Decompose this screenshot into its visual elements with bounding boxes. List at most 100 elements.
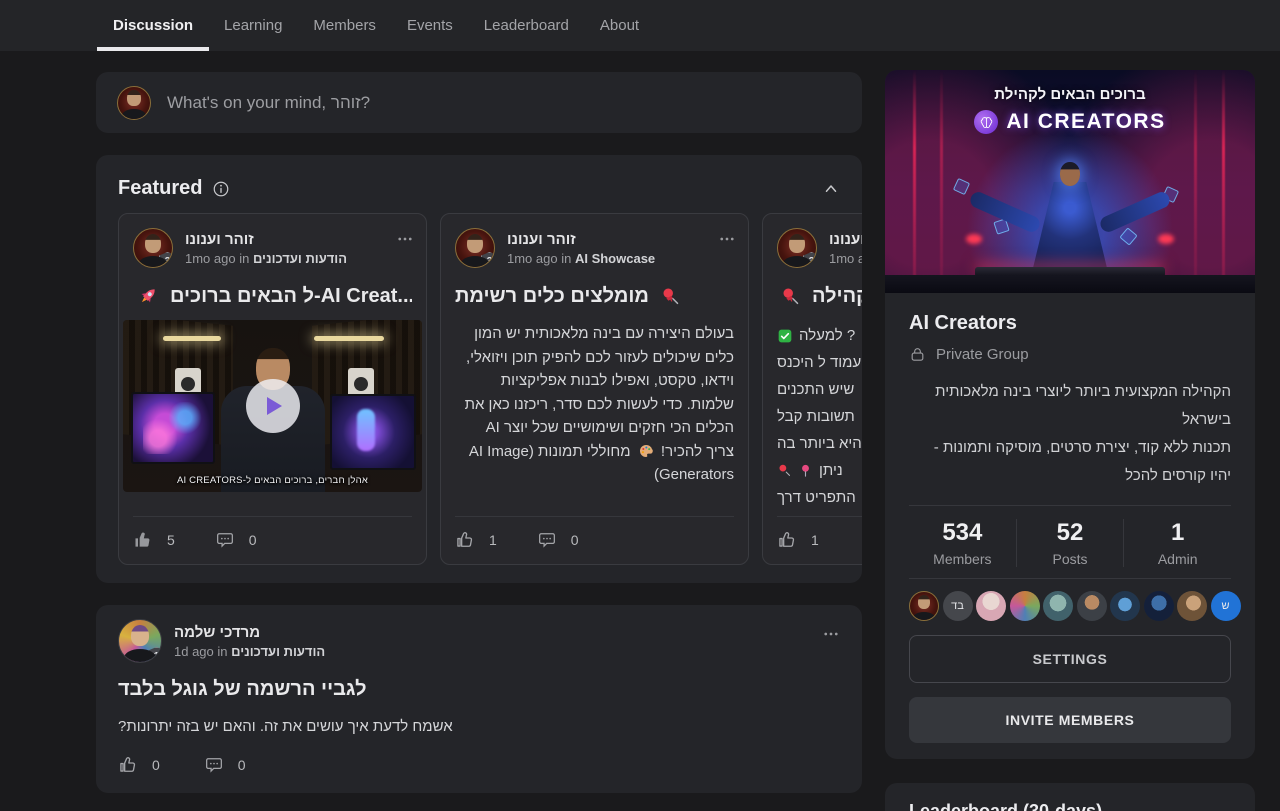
member-avatar[interactable]: ש — [1211, 591, 1241, 621]
banner-brand: AI CREATORS — [885, 110, 1255, 134]
member-avatar[interactable] — [1010, 591, 1040, 621]
like-count: 0 — [152, 757, 160, 773]
privacy-row: Private Group — [909, 346, 1231, 363]
group-stats: 534 Members 52 Posts 1 Admin — [909, 505, 1231, 579]
author-name[interactable]: זוהר וענונו — [829, 231, 862, 248]
post-category[interactable]: הודעות ועדכונים — [231, 644, 325, 659]
member-avatar[interactable] — [976, 591, 1006, 621]
more-options-icon[interactable] — [718, 230, 736, 248]
featured-card-welcome[interactable]: 3 זוהר וענונו 1mo ago in הודעות ועדכונים — [118, 213, 427, 565]
post-footer: 0 0 — [118, 755, 840, 775]
more-options-icon[interactable] — [396, 230, 414, 248]
group-details: AI Creators Private Group הקהילה המקצועי… — [885, 312, 1255, 759]
leaderboard-card: Leaderboard (30-days) — [885, 783, 1255, 811]
nav-tabs: Discussion Learning Members Events Leade… — [113, 0, 1280, 51]
tab-events[interactable]: Events — [407, 0, 453, 51]
settings-button[interactable]: SETTINGS — [909, 635, 1231, 683]
tab-learning[interactable]: Learning — [224, 0, 282, 51]
post-time: 1mo ago in — [829, 251, 862, 266]
monitor-screen — [131, 392, 215, 464]
tab-members[interactable]: Members — [313, 0, 376, 51]
post-body: אשמח לדעת איך עושים את זה. והאם יש בזה י… — [118, 718, 840, 735]
post-time: 1mo ago in — [507, 251, 571, 266]
post-category[interactable]: הודעות ועדכונים — [253, 251, 347, 266]
featured-header: Featured — [118, 177, 840, 200]
card-footer: 5 0 — [133, 516, 412, 550]
post-time: 1mo ago in — [185, 251, 249, 266]
pushpin-icon — [660, 286, 681, 307]
comment-button[interactable]: 0 — [204, 755, 246, 775]
card-body: למעלה ? היכנס‎ ל‎ עמוד התכנים‎ שיש קבל‎ … — [777, 322, 862, 511]
member-avatar-row: בד ש — [909, 591, 1231, 621]
member-avatar[interactable] — [1110, 591, 1140, 621]
privacy-label: Private Group — [936, 346, 1029, 363]
stat-posts: 52 Posts — [1016, 519, 1124, 567]
post-meta: 1mo ago in AI Showcase — [507, 251, 655, 266]
brain-logo-icon — [974, 110, 998, 134]
post-meta: 1mo ago in הודעות ועדכונים — [185, 251, 347, 266]
banner-figure — [960, 162, 1180, 293]
info-icon[interactable] — [212, 180, 230, 198]
post-google-signup[interactable]: 1 מרדכי שלמה 1d ago in הודעות ועדכונים ל… — [96, 605, 862, 793]
post-header: 1 מרדכי שלמה 1d ago in הודעות ועדכונים — [118, 619, 840, 663]
monitor-screen — [330, 394, 416, 470]
like-button[interactable]: 1 — [777, 530, 819, 550]
group-banner[interactable]: ברוכים הבאים לקהילת AI CREATORS — [885, 70, 1255, 293]
level-badge: 3 — [803, 252, 817, 268]
card-title: רשימת‎ כלים‎ מומלצים — [455, 285, 734, 308]
banner-brand-text: AI CREATORS — [1006, 110, 1165, 134]
post-title: לגביי הרשמה של גוגל בלבד — [118, 678, 840, 701]
group-info-card: ברוכים הבאים לקהילת AI CREATORS AI Creat… — [885, 70, 1255, 759]
comment-button[interactable]: 0 — [537, 530, 579, 550]
like-count: 1 — [489, 532, 497, 548]
post-category[interactable]: AI Showcase — [575, 251, 655, 266]
post-meta: 1mo ago in — [829, 251, 862, 266]
member-avatar[interactable] — [1177, 591, 1207, 621]
group-description: הקהילה המקצועית ביותר ליוצרי בינה מלאכות… — [909, 378, 1231, 490]
card-header: 3 זוהר וענונו 1mo ago in הודעות ועדכונים — [133, 228, 412, 268]
like-button[interactable]: 0 — [118, 755, 160, 775]
palette-icon — [638, 443, 654, 459]
like-button[interactable]: 1 — [455, 530, 497, 550]
check-icon — [777, 328, 793, 344]
author-avatar[interactable]: 3 — [777, 228, 817, 268]
post-meta: 1d ago in הודעות ועדכונים — [174, 644, 325, 659]
like-button[interactable]: 5 — [133, 530, 175, 550]
invite-members-button[interactable]: INVITE MEMBERS — [909, 697, 1231, 743]
banner-welcome-text: ברוכים הבאים לקהילת — [885, 86, 1255, 103]
pushpin-icon — [780, 286, 801, 307]
round-pin-icon — [798, 463, 813, 478]
card-header: 3 זוהר וענונו 1mo ago in — [777, 228, 862, 268]
card-footer: 1 0 — [455, 516, 734, 550]
featured-card-tools[interactable]: 3 זוהר וענונו 1mo ago in AI Showcase רשי… — [440, 213, 749, 565]
tab-leaderboard[interactable]: Leaderboard — [484, 0, 569, 51]
comment-count: 0 — [571, 532, 579, 548]
tab-discussion[interactable]: Discussion — [113, 0, 193, 51]
play-button[interactable] — [246, 379, 300, 433]
author-avatar[interactable]: 1 — [118, 619, 162, 663]
author-name[interactable]: מרדכי שלמה — [174, 624, 325, 641]
author-name[interactable]: זוהר וענונו — [507, 231, 655, 248]
author-name[interactable]: זוהר וענונו — [185, 231, 347, 248]
more-options-icon[interactable] — [822, 625, 840, 643]
rocket-icon — [136, 285, 159, 308]
author-avatar[interactable]: 3 — [133, 228, 173, 268]
author-avatar[interactable]: 3 — [455, 228, 495, 268]
member-avatar[interactable] — [1043, 591, 1073, 621]
group-sidebar: ברוכים הבאים לקהילת AI CREATORS AI Creat… — [885, 70, 1255, 811]
current-user-avatar — [117, 86, 151, 120]
card-title: קהילה — [777, 285, 862, 308]
comment-button[interactable]: 0 — [215, 530, 257, 550]
member-avatar[interactable] — [1144, 591, 1174, 621]
card-body: בעולם היצירה עם בינה מלאכותית יש המון כל… — [455, 322, 734, 487]
card-footer: 1 — [777, 516, 862, 550]
featured-card-community[interactable]: 3 זוהר וענונו 1mo ago in קהילה — [762, 213, 862, 565]
tab-about[interactable]: About — [600, 0, 639, 51]
post-composer[interactable]: What's on your mind, זוהר? — [96, 72, 862, 133]
level-badge: 3 — [481, 252, 495, 268]
member-avatar[interactable] — [909, 591, 939, 621]
member-avatar[interactable] — [1077, 591, 1107, 621]
collapse-chevron-icon[interactable] — [822, 180, 840, 198]
video-thumbnail[interactable]: אהלן חברים, ברוכים הבאים ל-AI CREATORS — [123, 320, 422, 492]
member-avatar[interactable]: בד — [943, 591, 973, 621]
